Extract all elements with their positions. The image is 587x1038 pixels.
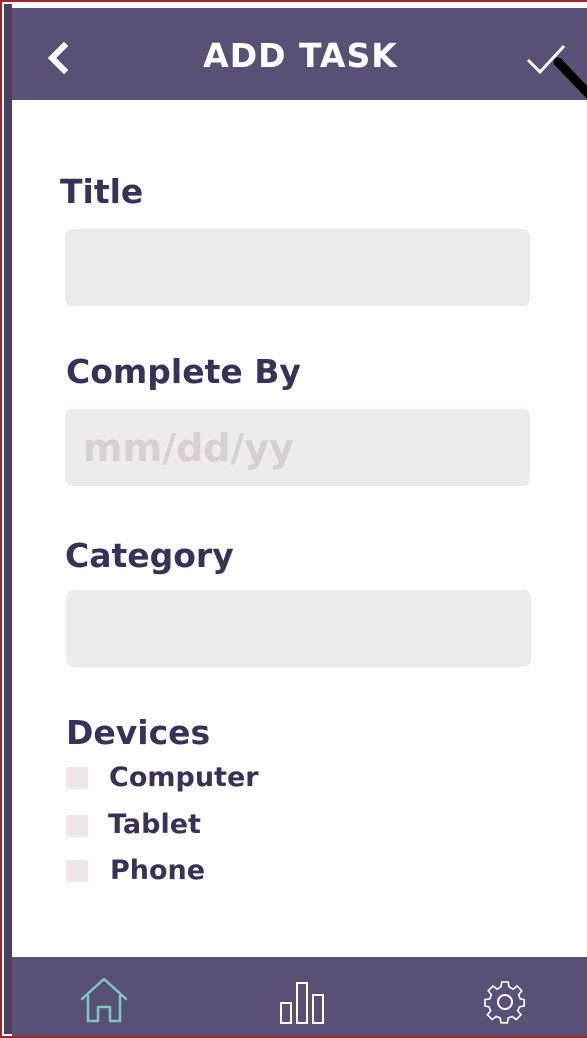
frame-edge [4,4,12,1034]
phone-checkbox[interactable] [66,860,88,882]
add-task-form: Title Complete By Category Devices Compu… [12,100,587,957]
app-frame: ADD TASK Title Complete By Category Devi… [0,0,587,1038]
devices-label: Devices [66,713,211,752]
complete-by-label: Complete By [66,352,301,391]
bottom-tab-bar [12,957,587,1036]
title-label: Title [60,172,144,211]
computer-option-label: Computer [109,762,259,793]
home-icon [80,977,128,1023]
computer-checkbox[interactable] [66,767,88,789]
tab-settings[interactable] [475,975,535,1027]
tab-home[interactable] [74,975,134,1027]
title-input[interactable] [65,229,530,306]
tablet-checkbox[interactable] [66,815,88,837]
tab-stats[interactable] [272,975,332,1027]
tablet-option-label: Tablet [108,809,201,840]
bar-chart-icon [280,982,324,1024]
phone-option-label: Phone [110,855,206,886]
page-title: ADD TASK [203,36,398,75]
header-bar: ADD TASK [12,8,587,100]
gear-icon [484,981,526,1024]
category-input[interactable] [66,590,531,667]
category-label: Category [65,536,234,575]
complete-by-input[interactable] [65,409,530,486]
